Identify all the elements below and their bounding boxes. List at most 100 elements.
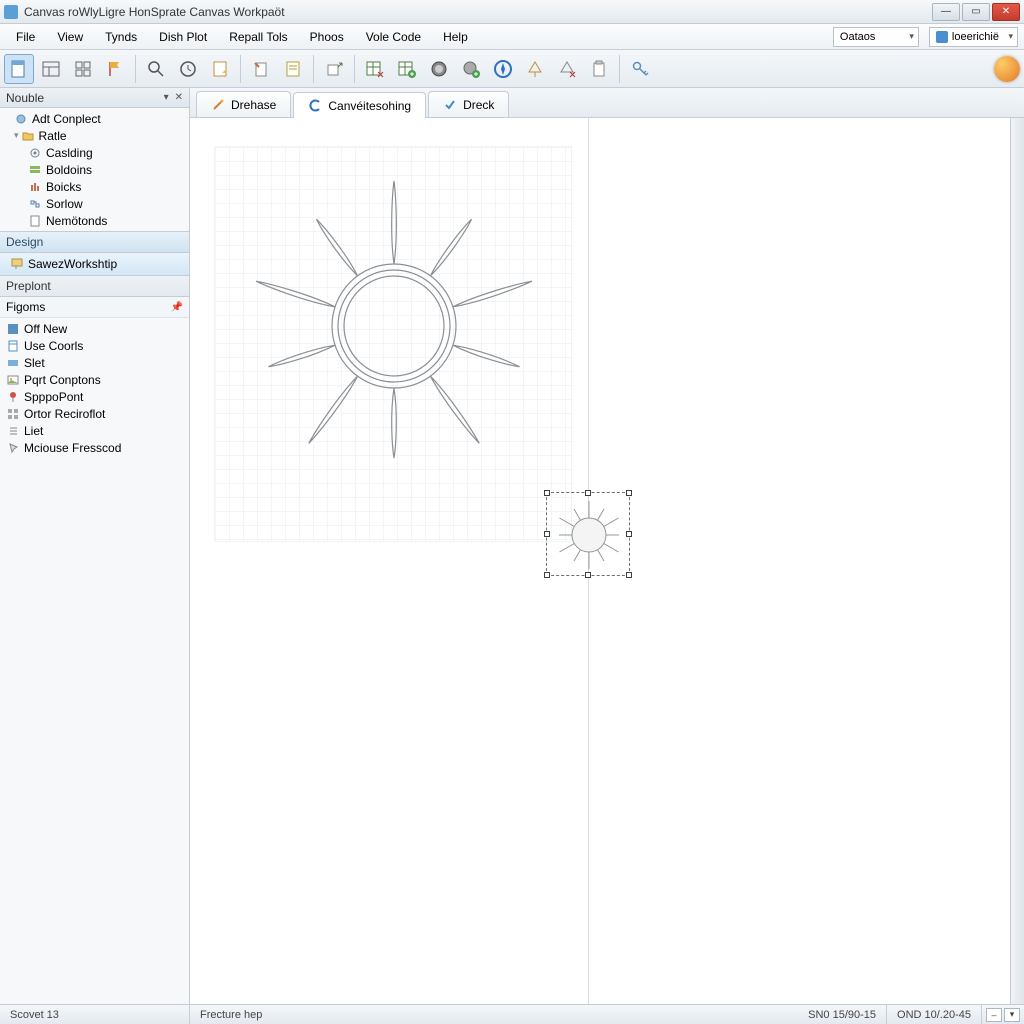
tool-key[interactable] bbox=[625, 54, 655, 84]
side-panel: Nouble ▾✕ Adt Conplect ▾Ratle Caslding B… bbox=[0, 88, 190, 1004]
wand-icon bbox=[211, 98, 225, 112]
figom-item[interactable]: Pqrt Conptons bbox=[0, 371, 189, 388]
bars-icon bbox=[28, 180, 42, 194]
close-button[interactable]: ✕ bbox=[992, 3, 1020, 21]
resize-handle[interactable] bbox=[585, 572, 591, 578]
tab-strip: Drehase Canvéitesohing Dreck bbox=[190, 88, 1024, 118]
tool-note[interactable] bbox=[278, 54, 308, 84]
resize-handle[interactable] bbox=[544, 490, 550, 496]
grid2-icon bbox=[6, 407, 20, 421]
tool-table-add[interactable] bbox=[392, 54, 422, 84]
stack-icon bbox=[28, 163, 42, 177]
dropdown-right[interactable]: loeerichië bbox=[929, 27, 1018, 47]
figom-item[interactable]: Liet bbox=[0, 422, 189, 439]
tree-item[interactable]: Boicks bbox=[0, 178, 189, 195]
tool-export[interactable] bbox=[319, 54, 349, 84]
resize-handle[interactable] bbox=[585, 490, 591, 496]
sun-shape-large[interactable] bbox=[244, 176, 544, 476]
window-title: Canvas roWlyLigre HonSprate Canvas Workp… bbox=[24, 5, 932, 19]
resize-handle[interactable] bbox=[626, 531, 632, 537]
doc-icon bbox=[28, 214, 42, 228]
menu-repall-tools[interactable]: Repall Tols bbox=[219, 27, 297, 47]
tree-item[interactable]: Boldoins bbox=[0, 161, 189, 178]
tool-sheet[interactable] bbox=[205, 54, 235, 84]
status-coord2: OND 10/.20-45 bbox=[887, 1005, 982, 1024]
resize-handle[interactable] bbox=[626, 490, 632, 496]
figom-item[interactable]: Use Coorls bbox=[0, 337, 189, 354]
tool-pencil-doc[interactable] bbox=[246, 54, 276, 84]
selection-box[interactable] bbox=[546, 492, 630, 576]
menu-file[interactable]: File bbox=[6, 27, 45, 47]
tool-layout[interactable] bbox=[36, 54, 66, 84]
menubar: File View Tynds Dish Plot Repall Tols Ph… bbox=[0, 24, 1024, 50]
menu-dish-plot[interactable]: Dish Plot bbox=[149, 27, 217, 47]
menu-view[interactable]: View bbox=[47, 27, 93, 47]
tool-clipboard[interactable] bbox=[584, 54, 614, 84]
tree-item[interactable]: Nemötonds bbox=[0, 212, 189, 229]
menu-tynds[interactable]: Tynds bbox=[95, 27, 147, 47]
list-icon bbox=[6, 424, 20, 438]
menu-vole-code[interactable]: Vole Code bbox=[356, 27, 431, 47]
canvas[interactable] bbox=[190, 118, 1024, 1004]
canvas-area: Drehase Canvéitesohing Dreck bbox=[190, 88, 1024, 1004]
tool-orb[interactable] bbox=[994, 56, 1020, 82]
tree-item[interactable]: Sorlow bbox=[0, 195, 189, 212]
pin-icon[interactable]: 📌 bbox=[171, 302, 183, 313]
tool-search[interactable] bbox=[141, 54, 171, 84]
figom-item[interactable]: Off New bbox=[0, 320, 189, 337]
rect-icon bbox=[6, 356, 20, 370]
panel-design-header[interactable]: Design bbox=[0, 231, 189, 253]
resize-handle[interactable] bbox=[544, 572, 550, 578]
right-scrollbar[interactable] bbox=[1010, 118, 1024, 1004]
status-bar: Scovet 13 Frecture hep SN0 15/90-15 OND … bbox=[0, 1004, 1024, 1024]
status-hint: Frecture hep bbox=[190, 1005, 272, 1024]
tab-dreck[interactable]: Dreck bbox=[428, 91, 509, 117]
tab-drehase[interactable]: Drehase bbox=[196, 91, 291, 117]
status-button-minus[interactable]: – bbox=[986, 1008, 1002, 1022]
menu-help[interactable]: Help bbox=[433, 27, 478, 47]
resize-handle[interactable] bbox=[544, 531, 550, 537]
menu-phoos[interactable]: Phoos bbox=[300, 27, 354, 47]
dropdown-left[interactable]: Oataos bbox=[833, 27, 919, 47]
figom-item[interactable]: SpppoPont bbox=[0, 388, 189, 405]
tree-item[interactable]: ▾Ratle bbox=[0, 127, 189, 144]
square-icon bbox=[6, 322, 20, 336]
status-button-down[interactable]: ▾ bbox=[1004, 1008, 1020, 1022]
tool-marker[interactable] bbox=[520, 54, 550, 84]
tool-table-x[interactable] bbox=[360, 54, 390, 84]
toolbar bbox=[0, 50, 1024, 88]
panel-dropdown-icon[interactable]: ▾ bbox=[162, 92, 171, 103]
tool-grid[interactable] bbox=[68, 54, 98, 84]
app-icon bbox=[4, 5, 18, 19]
node-icon bbox=[14, 112, 28, 126]
figom-item[interactable]: Mciouse Fresscod bbox=[0, 439, 189, 456]
figom-item[interactable]: Slet bbox=[0, 354, 189, 371]
status-left: Scovet 13 bbox=[0, 1005, 190, 1024]
tool-compass[interactable] bbox=[488, 54, 518, 84]
sun-shape-small[interactable] bbox=[549, 495, 629, 575]
sheet-icon bbox=[6, 339, 20, 353]
panel-close-icon[interactable]: ✕ bbox=[173, 92, 185, 103]
panel-noble-header: Nouble ▾✕ bbox=[0, 88, 189, 108]
tool-clock[interactable] bbox=[173, 54, 203, 84]
panel-preplont-header[interactable]: Preplont bbox=[0, 275, 189, 297]
resize-handle[interactable] bbox=[626, 572, 632, 578]
tool-lens[interactable] bbox=[424, 54, 454, 84]
maximize-button[interactable]: ▭ bbox=[962, 3, 990, 21]
cursor-icon bbox=[6, 441, 20, 455]
c-ring-icon bbox=[308, 99, 322, 113]
design-item[interactable]: SawezWorkshtip bbox=[0, 253, 189, 275]
tool-doc-new[interactable] bbox=[4, 54, 34, 84]
pin-icon bbox=[6, 390, 20, 404]
tree-item[interactable]: Caslding bbox=[0, 144, 189, 161]
tree-item[interactable]: Adt Conplect bbox=[0, 110, 189, 127]
figom-item[interactable]: Ortor Reciroflot bbox=[0, 405, 189, 422]
tool-flag[interactable] bbox=[100, 54, 130, 84]
img-icon bbox=[6, 373, 20, 387]
gear-icon bbox=[28, 146, 42, 160]
folder-icon bbox=[21, 129, 35, 143]
minimize-button[interactable]: — bbox=[932, 3, 960, 21]
tool-compass-x[interactable] bbox=[552, 54, 582, 84]
tab-canvas[interactable]: Canvéitesohing bbox=[293, 92, 426, 118]
tool-globe-add[interactable] bbox=[456, 54, 486, 84]
